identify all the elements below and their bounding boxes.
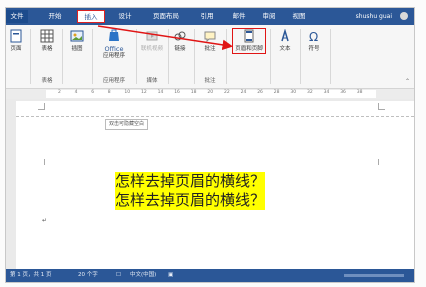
ruler-tick-label: 8	[107, 90, 111, 95]
ruler-tick-label: 36	[340, 90, 346, 95]
language-indicator[interactable]: 中文(中国)	[130, 271, 156, 280]
word-window: 文件 开始 插入 设计 页面布局 引用 邮件 审阅 视图 shushu guai…	[5, 7, 415, 283]
ruler-tick-label: 10	[124, 90, 131, 95]
hide-whitespace-tooltip: 双击可隐藏空白	[105, 119, 149, 130]
macro-recording-icon[interactable]: ▣	[168, 271, 173, 280]
word-count[interactable]: 20 个字	[78, 271, 98, 280]
ruler-tick-label: 26	[257, 90, 263, 95]
ruler-tick-label: 28	[273, 90, 280, 95]
status-bar: 第 1 页，共 1 页 20 个字 ☐ 中文(中国) ▣	[6, 269, 414, 282]
ruler-tick-label: 14	[157, 90, 164, 95]
document-text-line-1[interactable]: 怎样去掉页眉的横线？	[115, 172, 266, 191]
horizontal-ruler[interactable]: 2 4 6 8 10 12 14 16 18 20 22 24 26 28 30 32 34 36 38	[6, 89, 414, 99]
margin-corner-mark	[378, 103, 385, 110]
margin-corner-mark	[38, 103, 45, 110]
document-text-line-2[interactable]: 怎样去掉页眉的横线？	[115, 191, 266, 210]
document-page[interactable]: 双击可隐藏空白 怎样去掉页眉的横线？ 怎样去掉页眉的横线？ ↵	[16, 101, 414, 269]
header-boundary-line	[16, 116, 414, 117]
ruler-tick-label: 18	[190, 90, 197, 95]
ruler-tick-label: 24	[240, 90, 247, 95]
ruler-tick-label: 12	[141, 90, 147, 95]
document-area[interactable]: 双击可隐藏空白 怎样去掉页眉的横线？ 怎样去掉页眉的横线？ ↵	[6, 99, 414, 269]
paragraph-mark: ↵	[42, 217, 48, 224]
ruler-tick-label: 30	[290, 90, 297, 95]
proofing-icon[interactable]: ☐	[116, 271, 121, 280]
ruler-tick-label: 38	[356, 90, 363, 95]
callout-arrow	[97, 25, 233, 51]
margin-corner-mark	[378, 159, 385, 165]
ruler-tick-label: 6	[91, 90, 95, 95]
ruler-tick-label: 16	[174, 90, 180, 95]
ruler-tick-label: 2	[58, 90, 61, 95]
page-count[interactable]: 第 1 页，共 1 页	[10, 271, 52, 280]
margin-corner-mark	[38, 159, 45, 165]
ruler-tick-label: 22	[224, 90, 230, 95]
zoom-slider[interactable]	[344, 274, 404, 277]
ruler-tick-label: 34	[323, 90, 330, 95]
ruler-tick-label: 20	[207, 90, 214, 95]
ruler-tick-label: 32	[307, 90, 313, 95]
ruler-tick-label: 4	[74, 90, 78, 95]
